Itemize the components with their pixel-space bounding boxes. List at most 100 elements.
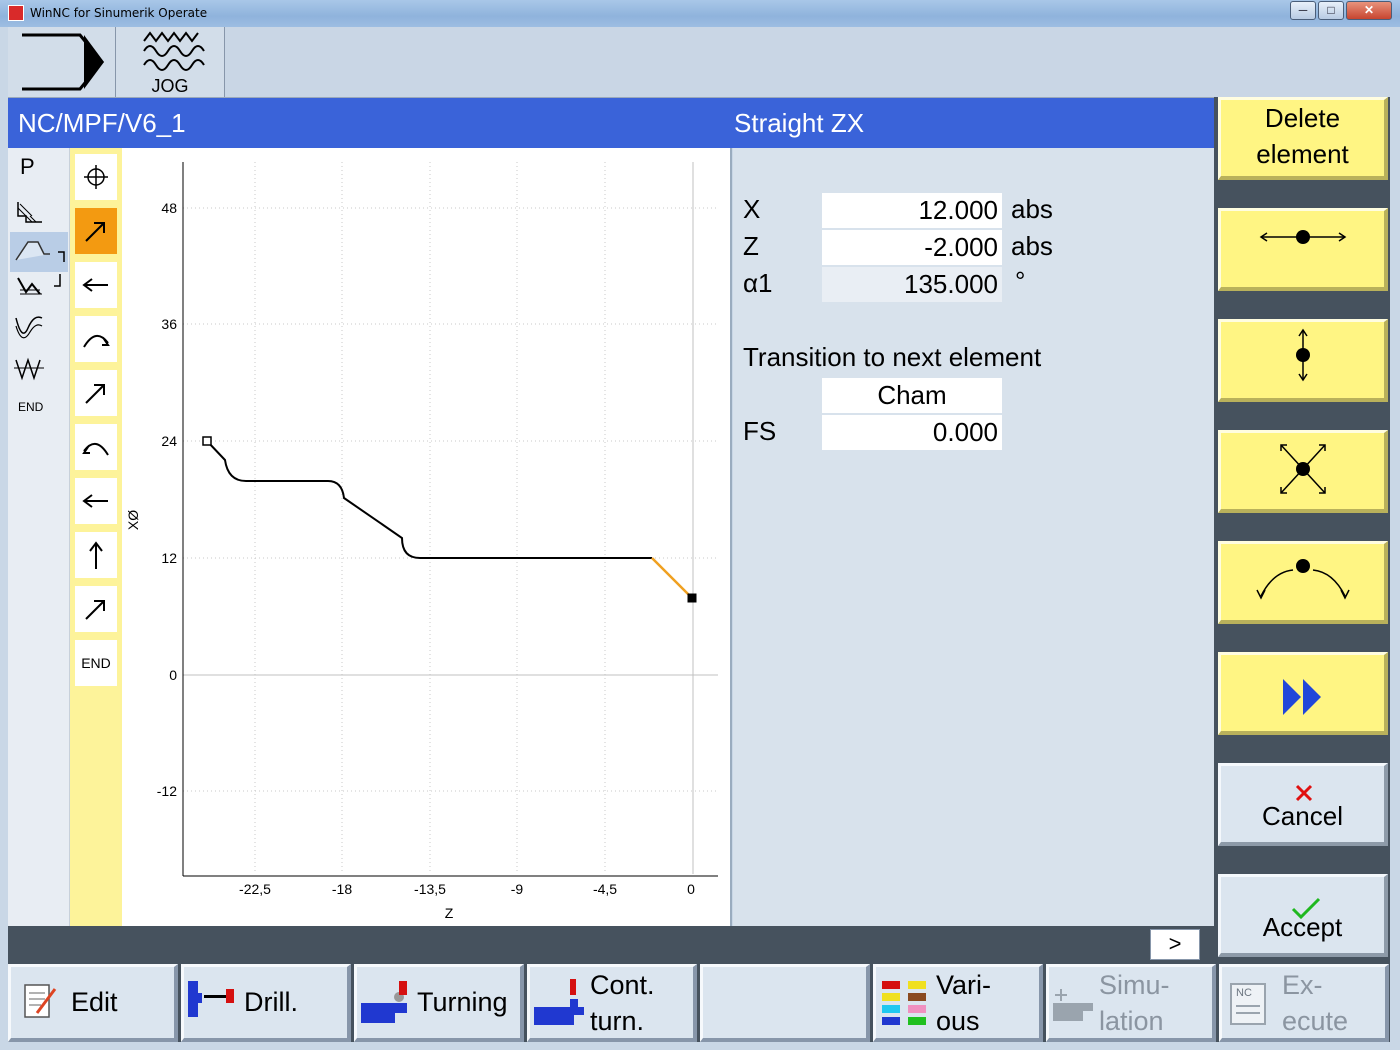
active-straight-element — [651, 557, 693, 599]
arc-cw-element-button[interactable] — [75, 316, 117, 362]
x-tick-label: -9 — [511, 881, 524, 897]
machine-arrow-icon — [22, 33, 104, 91]
straight-diagonal-element-button-2[interactable] — [75, 370, 117, 416]
straight-diagonal-element-button[interactable] — [75, 208, 117, 254]
arc-tangent-button[interactable] — [1218, 541, 1388, 624]
simulation-icon — [1053, 989, 1093, 1021]
various-label-2: ous — [936, 1006, 980, 1036]
more-options-button[interactable]: > — [1150, 929, 1200, 960]
all-parameters-button[interactable] — [1218, 652, 1388, 735]
cross-tangent-button[interactable] — [1218, 430, 1388, 513]
contour-icon[interactable] — [10, 232, 68, 272]
status-bar: > — [8, 926, 1214, 964]
contour-turning-icon — [534, 979, 584, 1025]
execute-button[interactable]: NC Ex- ecute — [1219, 964, 1389, 1042]
accept-label: Accept — [1262, 912, 1343, 942]
straight-up-element-button[interactable] — [75, 532, 117, 578]
grid-lines — [183, 162, 718, 874]
element-list: END — [70, 148, 122, 926]
turning-button[interactable]: Turning — [354, 964, 524, 1042]
contour-graphic: -22,5 -18 -13,5 -9 -4,5 0 48 36 24 12 0 … — [122, 148, 732, 926]
maximize-button[interactable]: □ — [1318, 1, 1344, 20]
various-button[interactable]: Vari- ous — [873, 964, 1043, 1042]
jog-mode-button[interactable]: JOG — [116, 27, 225, 97]
y-axis-label: XØ — [125, 510, 141, 530]
horizontal-softkeys: Edit Drill. Turning Cont. turn. Vari- ou… — [8, 964, 1390, 1042]
horizontal-tangent-icon — [1259, 230, 1347, 244]
alpha1-value-field[interactable]: 135.000 — [822, 267, 1002, 302]
jog-wave-icon — [143, 31, 205, 71]
x-axis-label: Z — [445, 905, 454, 921]
cancel-button[interactable]: Cancel — [1218, 763, 1388, 846]
edit-button[interactable]: Edit — [8, 964, 178, 1042]
x-tick-label: -4,5 — [593, 881, 617, 897]
x-tick-label: 0 — [687, 881, 695, 897]
drilling-button[interactable]: Drill. — [181, 964, 351, 1042]
z-value-field[interactable]: -2.000 — [822, 230, 1002, 265]
x-label: X — [743, 194, 761, 224]
vertical-softkeys: Delete element Cancel Accept — [1214, 97, 1390, 965]
z-unit: abs — [1011, 231, 1053, 261]
tangent-horizontal-button[interactable] — [1218, 208, 1388, 291]
end-item[interactable]: END — [12, 400, 68, 440]
crosshair-icon — [84, 165, 108, 189]
fs-value-field[interactable]: 0.000 — [822, 415, 1002, 450]
close-button[interactable]: ✕ — [1346, 1, 1392, 20]
parameter-panel: X 12.000 abs Z -2.000 abs α1 135.000 ° T… — [733, 148, 1214, 926]
fs-label: FS — [743, 416, 777, 446]
stock-icon[interactable] — [12, 196, 68, 236]
x-value-field[interactable]: 12.000 — [822, 193, 1002, 228]
x-tick-labels: -22,5 -18 -13,5 -9 -4,5 0 — [239, 881, 695, 897]
drill-label: Drill. — [244, 987, 298, 1017]
delete-label-line1: Delete — [1264, 103, 1341, 133]
header-bar: NC/MPF/V6_1 Straight ZX — [8, 98, 1214, 148]
contour-plot: -22,5 -18 -13,5 -9 -4,5 0 48 36 24 12 0 … — [125, 162, 718, 921]
app-icon — [8, 5, 24, 21]
end-element-button[interactable]: END — [75, 640, 117, 686]
diagonal-arrow-icon — [85, 600, 105, 620]
delete-element-button[interactable]: Delete element — [1218, 97, 1388, 180]
machine-area-button[interactable] — [8, 27, 116, 97]
y-tick-label: 0 — [169, 667, 177, 683]
start-point-marker — [202, 436, 212, 446]
simulation-label-2: lation — [1099, 1006, 1164, 1036]
cross-arrows-icon — [1280, 444, 1326, 494]
straight-left-element-button-2[interactable] — [75, 478, 117, 524]
simulation-button[interactable]: Simu- lation — [1046, 964, 1216, 1042]
roughing-icon[interactable] — [12, 270, 68, 310]
plunge-icon[interactable] — [12, 354, 68, 394]
various-color-icon — [882, 981, 926, 1025]
y-tick-label: 48 — [161, 200, 177, 216]
transition-type-field[interactable]: Cham — [822, 378, 1002, 413]
cancel-label: Cancel — [1262, 801, 1343, 831]
straight-left-element-button[interactable] — [75, 262, 117, 308]
program-header-item[interactable]: P — [12, 154, 68, 194]
minimize-button[interactable]: ─ — [1290, 1, 1316, 20]
execute-label-1: Ex- — [1282, 970, 1323, 1000]
accept-button[interactable]: Accept — [1218, 874, 1388, 957]
drill-icon — [188, 981, 234, 1017]
contour-left-strip: P END — [8, 148, 70, 926]
z-label: Z — [743, 231, 759, 261]
transition-label: Transition to next element — [743, 342, 1042, 372]
contour-turning-button[interactable]: Cont. turn. — [527, 964, 697, 1042]
straight-diagonal-element-button-3[interactable] — [75, 586, 117, 632]
program-path: NC/MPF/V6_1 — [18, 108, 186, 138]
title-bar: WinNC for Sinumerik Operate ─ □ ✕ — [0, 0, 1400, 27]
tangent-vertical-button[interactable] — [1218, 319, 1388, 402]
pole-element-button[interactable] — [75, 154, 117, 200]
y-tick-label: 12 — [161, 550, 177, 566]
edit-label: Edit — [71, 987, 118, 1017]
arc-ccw-element-button[interactable] — [75, 424, 117, 470]
empty-softkey[interactable] — [700, 964, 870, 1042]
mode-title: Straight ZX — [734, 108, 865, 138]
cont-turn-label-1: Cont. — [590, 970, 655, 1000]
left-arrow-icon — [82, 494, 108, 508]
simulation-label-1: Simu- — [1099, 970, 1170, 1000]
application-window: WinNC for Sinumerik Operate ─ □ ✕ JOG NC… — [0, 0, 1400, 1050]
nc-badge: NC — [1236, 987, 1252, 999]
grooving-icon[interactable] — [12, 314, 68, 354]
arc-tangent-icon — [1256, 559, 1350, 600]
x-unit: abs — [1011, 194, 1053, 224]
turning-icon — [361, 981, 407, 1023]
